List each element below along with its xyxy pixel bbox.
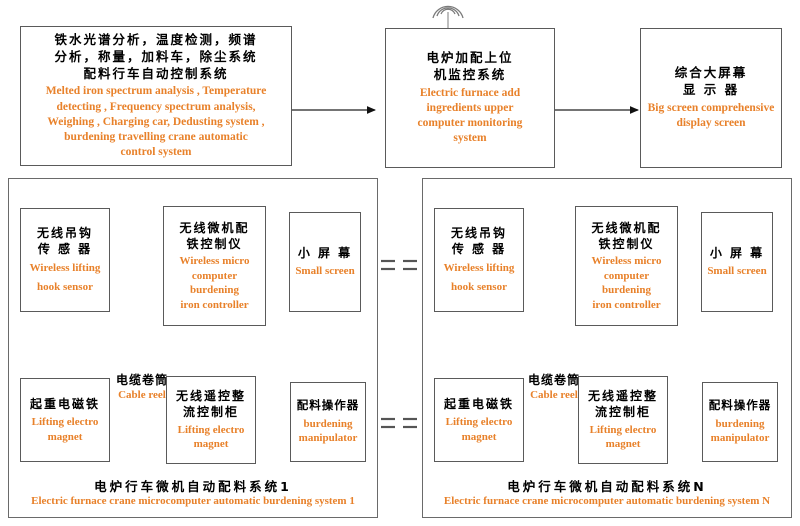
hook-sensor-cn-line1-1: 无线吊钩 [36,226,93,241]
cabinet-en-line2-n: magnet [605,438,641,451]
analysis-en-line2: detecting , Frequency spectrum analysis, [56,100,256,113]
controller-cn-line2-1: 铁控制仪 [186,236,243,251]
wireless-controller-box-1: 无线微机配 铁控制仪 Wireless micro computer burde… [163,206,266,326]
burdening-manipulator-box-n: 配料操作器 burdening manipulator [702,382,778,462]
monitoring-en-line4: system [453,132,487,145]
controller-en-line3-1: burdening [190,284,239,297]
system-1-caption-cn: 电炉行车微机自动配料系统1 [94,479,292,494]
hook-sensor-en-line2-n: hook sensor [451,281,507,294]
analysis-en-line3: Weighing , Charging car, Dedusting syste… [47,115,265,128]
equals-separator-icon-lower [381,417,417,429]
controller-en-line2-n: computer [603,269,650,282]
antenna-icon-monitoring [432,5,464,28]
wireless-controller-box-n: 无线微机配 铁控制仪 Wireless micro computer burde… [575,206,678,326]
equals-separator-icon-upper [381,259,417,271]
manipulator-en-line1-1: burdening [303,417,353,430]
manipulator-cn-n: 配料操作器 [708,398,772,413]
analysis-en-line4: burdening travelling crane automatic [64,130,248,143]
system-1-caption-en: Electric furnace crane microcomputer aut… [31,495,355,507]
hook-sensor-box-n: 无线吊钩 传 感 器 Wireless lifting hook sensor [434,208,524,312]
burdening-manipulator-box-1: 配料操作器 burdening manipulator [290,382,366,462]
magnet-cn-n: 起重电磁铁 [443,396,514,411]
big-screen-display-box: 综合大屏幕 显 示 器 Big screen comprehensive dis… [640,28,782,168]
upper-computer-monitoring-box: 电炉加配上位 机监控系统 Electric furnace add ingred… [385,28,555,168]
cable-reel-label-n: 电缆卷筒 Cable reel [508,372,600,403]
magnet-cn-1: 起重电磁铁 [29,396,100,411]
controller-cn-line1-n: 无线微机配 [591,220,662,235]
cabinet-en-line1-1: Lifting electro [177,423,245,436]
magnet-en-line1-n: Lifting electro [445,416,513,429]
monitoring-en-line3: computer monitoring [417,116,523,129]
monitoring-cn-line1: 电炉加配上位 [426,49,514,65]
cabinet-cn-line2-n: 流控制柜 [594,405,651,420]
small-screen-en-1: Small screen [295,265,355,278]
cabinet-en-line2-1: magnet [193,438,229,451]
hook-sensor-en-line1-1: Wireless lifting [29,261,101,274]
small-screen-box-1: 小 屏 幕 Small screen [289,212,361,312]
hook-sensor-cn-line2-1: 传 感 器 [37,242,93,257]
controller-en-line4-n: iron controller [592,298,661,311]
cable-reel-cn-n: 电缆卷筒 [527,373,580,387]
manipulator-en-line1-n: burdening [715,417,765,430]
manipulator-cn-1: 配料操作器 [296,398,360,413]
manipulator-en-line2-1: manipulator [298,432,358,445]
cabinet-cn-line2-1: 流控制柜 [182,405,239,420]
magnet-en-line1-1: Lifting electro [31,416,99,429]
cable-reel-en-n: Cable reel [530,389,578,402]
analysis-control-system-box: 铁水光谱分析，温度检测，频谱 分析，称量，加料车，除尘系统 配料行车自动控制系统… [20,26,292,166]
display-en-line2: display screen [676,116,746,129]
display-cn-line2: 显 示 器 [682,81,740,97]
cable-reel-label-1: 电缆卷筒 Cable reel [96,372,188,403]
analysis-en-line1: Melted iron spectrum analysis , Temperat… [45,85,267,98]
small-screen-cn-n: 小 屏 幕 [709,246,765,261]
hook-sensor-cn-line1-n: 无线吊钩 [450,226,507,241]
system-n-caption-cn: 电炉行车微机自动配料系统N [507,479,707,494]
controller-en-line4-1: iron controller [180,298,249,311]
hook-sensor-box-1: 无线吊钩 传 感 器 Wireless lifting hook sensor [20,208,110,312]
hook-sensor-cn-line2-n: 传 感 器 [451,242,507,257]
monitoring-en-line1: Electric furnace add [419,86,521,99]
controller-en-line2-1: computer [191,269,238,282]
analysis-en-line5: control system [120,146,192,159]
cable-reel-cn-1: 电缆卷筒 [115,373,168,387]
hook-sensor-en-line1-n: Wireless lifting [443,261,515,274]
manipulator-en-line2-n: manipulator [710,432,770,445]
hook-sensor-en-line2-1: hook sensor [37,281,93,294]
diagram-canvas: 铁水光谱分析，温度检测，频谱 分析，称量，加料车，除尘系统 配料行车自动控制系统… [0,0,800,526]
magnet-en-line2-n: magnet [461,430,497,443]
system-n-caption-en: Electric furnace crane microcomputer aut… [443,495,771,507]
monitoring-cn-line2: 机监控系统 [433,66,507,82]
monitoring-en-line2: ingredients upper [426,101,514,114]
cabinet-en-line1-n: Lifting electro [589,423,657,436]
controller-en-line3-n: burdening [602,284,651,297]
analysis-cn-line2: 分析，称量，加料车，除尘系统 [54,48,258,64]
small-screen-en-n: Small screen [707,265,767,278]
system-n-caption: 电炉行车微机自动配料系统N Electric furnace crane mic… [424,476,790,507]
controller-en-line1-1: Wireless micro [179,255,250,268]
small-screen-cn-1: 小 屏 幕 [297,246,353,261]
controller-en-line1-n: Wireless micro [591,255,662,268]
system-1-caption: 电炉行车微机自动配料系统1 Electric furnace crane mic… [10,476,376,507]
cable-reel-en-1: Cable reel [118,389,166,402]
small-screen-box-n: 小 屏 幕 Small screen [701,212,773,312]
display-cn-line1: 综合大屏幕 [674,64,748,80]
controller-cn-line1-1: 无线微机配 [179,220,250,235]
analysis-cn-line3: 配料行车自动控制系统 [83,65,229,81]
analysis-cn-line1: 铁水光谱分析，温度检测，频谱 [54,31,258,47]
magnet-en-line2-1: magnet [47,430,83,443]
controller-cn-line2-n: 铁控制仪 [598,236,655,251]
display-en-line1: Big screen comprehensive [647,101,775,114]
